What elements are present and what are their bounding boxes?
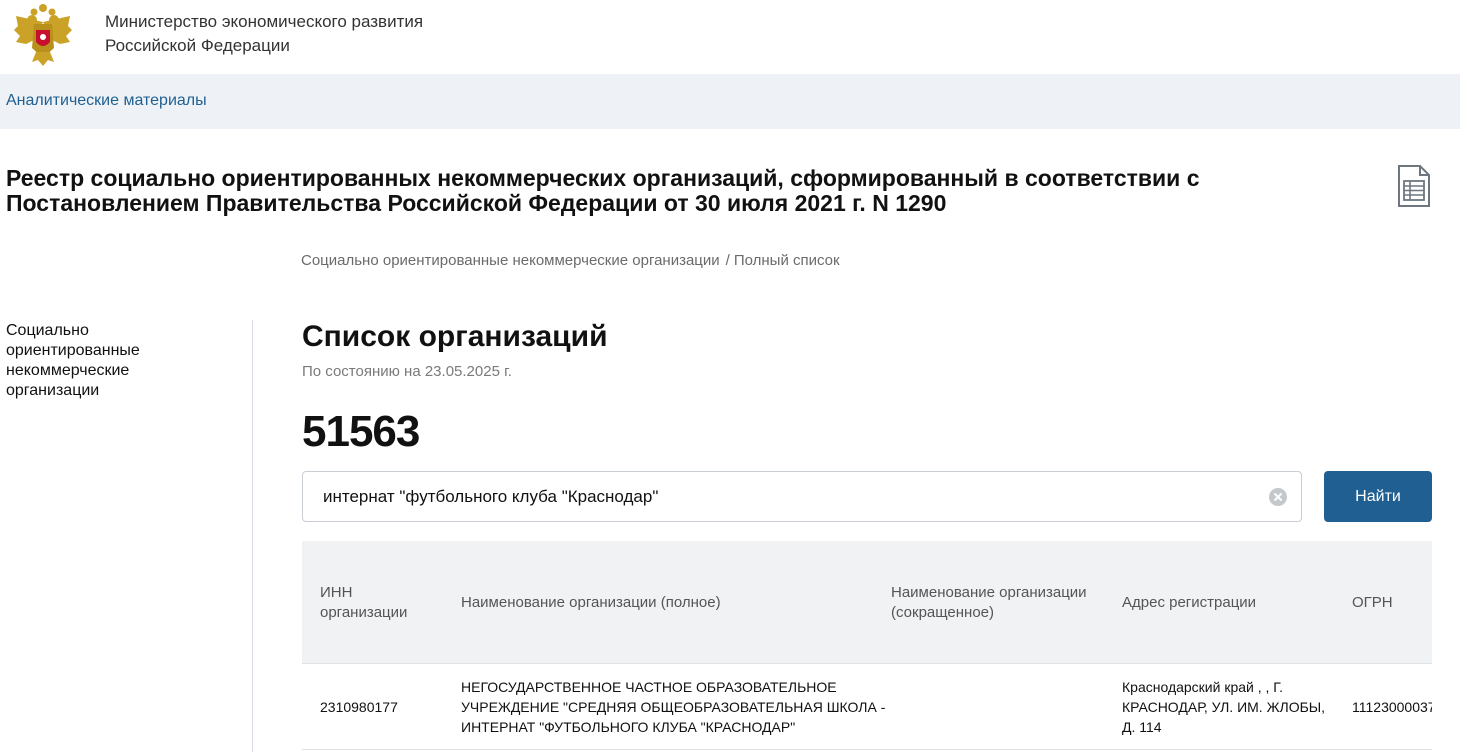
organizations-table: ИНН организации Наименование организации… — [302, 541, 1432, 752]
find-button[interactable]: Найти — [1324, 471, 1432, 522]
cell-address-line1: Краснодарский край , , Г. — [1122, 679, 1284, 695]
column-header-address[interactable]: Адрес регистрации — [1122, 593, 1256, 613]
site-header: Министерство экономического развития Рос… — [0, 0, 1460, 74]
table-row[interactable]: 2310980177 НЕГОСУДАРСТВЕННОЕ ЧАСТНОЕ ОБР… — [302, 665, 1432, 750]
breadcrumb-item-nko[interactable]: Социально ориентированные некоммерческие… — [301, 252, 720, 269]
column-header-ogrn[interactable]: ОГРН — [1352, 593, 1393, 613]
cell-full-name: НЕГОСУДАРСТВЕННОЕ ЧАСТНОЕ ОБРАЗОВАТЕЛЬНО… — [461, 677, 885, 737]
cell-inn: 2310980177 — [320, 699, 398, 715]
column-header-full-name-line1: Наименование организации (полное) — [461, 594, 721, 611]
as-of-date: По состоянию на 23.05.2025 г. — [302, 363, 512, 380]
list-title: Список организаций — [302, 320, 608, 353]
ministry-name-line1: Министерство экономического развития — [105, 12, 424, 31]
column-header-inn-line2: организации — [320, 604, 408, 621]
russian-coat-of-arms-icon[interactable] — [12, 2, 74, 68]
sidebar-item-label-line1: Социально — [6, 322, 89, 339]
sidebar-item-label-line4: организации — [6, 382, 100, 399]
column-header-short-name-line1: Наименование организации — [891, 584, 1087, 601]
column-header-full-name[interactable]: Наименование организации (полное) — [461, 593, 721, 613]
breadcrumb-separator: / — [725, 252, 730, 269]
analytics-link[interactable]: Аналитические материалы — [6, 92, 207, 110]
sidebar-item-label-line3: некоммерческие — [6, 362, 130, 379]
sub-navigation: Аналитические материалы — [0, 74, 1460, 129]
page-title-line2: Постановлением Правительства Российской … — [6, 190, 947, 216]
breadcrumb-item-full-list[interactable]: Полный список — [734, 252, 840, 269]
page-title-line1: Реестр социально ориентированных некомме… — [6, 165, 1200, 191]
sidebar-item-nko[interactable]: Социально ориентированные некоммерческие… — [6, 321, 206, 401]
cell-address-line3: Д. 114 — [1122, 719, 1162, 735]
sidebar-item-label-line2: ориентированные — [6, 342, 140, 359]
cell-ogrn: 11123000037 — [1352, 699, 1432, 715]
breadcrumb: Социально ориентированные некоммерческие… — [301, 252, 840, 269]
search-box — [302, 471, 1302, 522]
column-header-inn-line1: ИНН — [320, 584, 353, 601]
organizations-count: 51563 — [302, 407, 420, 456]
cell-full-name-line2: УЧРЕЖДЕНИЕ "СРЕДНЯЯ ОБЩЕОБРАЗОВАТЕЛЬНАЯ … — [461, 699, 886, 715]
clear-circle-icon[interactable] — [1268, 487, 1288, 507]
cell-full-name-line1: НЕГОСУДАРСТВЕННОЕ ЧАСТНОЕ ОБРАЗОВАТЕЛЬНО… — [461, 679, 837, 695]
column-header-short-name[interactable]: Наименование организации (сокращенное) — [891, 583, 1087, 623]
column-header-address-line1: Адрес регистрации — [1122, 594, 1257, 611]
search-input[interactable] — [323, 472, 1253, 521]
column-header-short-name-line2: (сокращенное) — [891, 604, 995, 621]
table-header: ИНН организации Наименование организации… — [302, 541, 1432, 664]
cell-address-line2: КРАСНОДАР, УЛ. ИМ. ЖЛОБЫ, — [1122, 699, 1326, 715]
column-header-ogrn-line1: ОГРН — [1352, 594, 1393, 611]
cell-address: Краснодарский край , , Г. КРАСНОДАР, УЛ.… — [1122, 677, 1325, 737]
ministry-name[interactable]: Министерство экономического развития Рос… — [105, 10, 423, 58]
ministry-name-line2: Российской Федерации — [105, 36, 290, 55]
sidebar-divider — [252, 320, 253, 752]
spreadsheet-document-icon[interactable] — [1396, 164, 1432, 208]
page-title: Реестр социально ориентированных некомме… — [6, 166, 1256, 216]
cell-full-name-line3: ИНТЕРНАТ "ФУТБОЛЬНОГО КЛУБА "КРАСНОДАР" — [461, 719, 796, 735]
column-header-inn[interactable]: ИНН организации — [320, 583, 407, 623]
